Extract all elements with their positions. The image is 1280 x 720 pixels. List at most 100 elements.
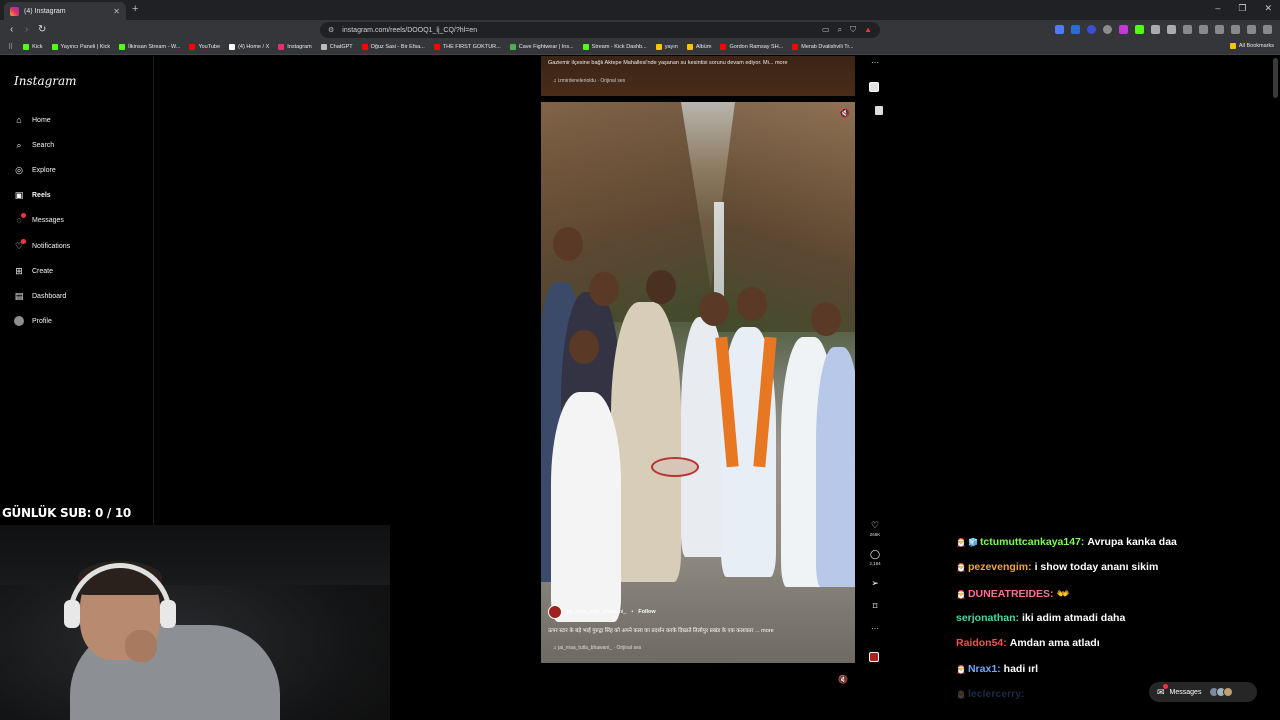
extension-icon[interactable]: [1119, 25, 1128, 34]
bookmark-item[interactable]: Albüm: [686, 44, 711, 50]
minimize-icon[interactable]: –: [1215, 3, 1220, 14]
sidebar-item-search[interactable]: ⌕ Search: [14, 140, 54, 150]
tab-close-icon[interactable]: ✕: [113, 7, 120, 16]
bookmark-icon: [433, 44, 440, 50]
sidebar-item-dashboard[interactable]: ▤ Dashboard: [14, 291, 67, 301]
back-icon[interactable]: ‹: [10, 24, 13, 35]
bookmark-icon: [655, 44, 662, 50]
sidebar-item-messages[interactable]: ◌ Messages: [14, 213, 64, 225]
bookmark-item[interactable]: İlkinsan Stream - W...: [119, 44, 180, 50]
next-reel-volume-icon[interactable]: 🔇: [838, 675, 848, 684]
media-icon[interactable]: [1183, 25, 1192, 34]
sidebar-item-create[interactable]: ⊞ Create: [14, 266, 53, 276]
sidebar-item-profile[interactable]: Profile: [14, 316, 52, 326]
bookmark-label: Oğuz Sasi - Bir Efsa...: [370, 44, 425, 50]
bookmark-item[interactable]: THE FIRST GOKTUR...: [433, 44, 501, 50]
messages-pill[interactable]: ✉ Messages: [1149, 682, 1257, 702]
bookmark-item[interactable]: Stream - Kick Dashb...: [582, 44, 647, 50]
comment-button[interactable]: ◯ 2,184: [866, 549, 884, 566]
chat-text: Avrupa kanka daa: [1087, 536, 1177, 548]
alert-icon[interactable]: ▲: [864, 25, 872, 35]
address-bar[interactable]: ⚙ instagram.com/reels/DOOQ1_lj_CQ/?hl=en…: [320, 22, 880, 38]
extension-icon[interactable]: [1087, 25, 1096, 34]
chat-username: Raidon54:: [956, 637, 1007, 650]
forward-icon[interactable]: ›: [25, 24, 28, 35]
tag-icon[interactable]: [875, 106, 883, 115]
cast-icon[interactable]: ▭: [822, 25, 830, 35]
page-scrollbar[interactable]: [1273, 58, 1278, 98]
chat-text: iki adim atmadi daha: [1022, 611, 1126, 624]
all-bookmarks[interactable]: All Bookmarks: [1229, 43, 1274, 49]
zoom-icon[interactable]: ⌕: [838, 25, 842, 35]
volume-muted-icon[interactable]: 🔇: [839, 108, 850, 119]
bookmark-label: Instagram: [287, 44, 312, 50]
vpn-icon[interactable]: [1247, 25, 1256, 34]
author-avatar[interactable]: [548, 605, 562, 619]
bookmark-item[interactable]: Kick: [23, 44, 43, 50]
bookmark-label: YouTube: [198, 44, 221, 50]
previous-reel-audio[interactable]: ♫ izmirdenelerioldu · Orijinal ses: [553, 78, 625, 84]
chat-message: 🎅 Nrax1: hadi ırl: [956, 663, 1038, 675]
share-button[interactable]: ➢: [866, 578, 884, 589]
save-button[interactable]: ⌑: [866, 601, 884, 612]
follow-button[interactable]: Follow: [638, 609, 655, 615]
reload-icon[interactable]: ↻: [38, 24, 46, 35]
bookmark-item[interactable]: Cave Fightwear | Ins...: [509, 44, 574, 50]
bookmark-item[interactable]: yayın: [655, 44, 678, 50]
sidebar-item-explore[interactable]: ◎ Explore: [14, 165, 56, 175]
sidebar-icon[interactable]: [1199, 25, 1208, 34]
bookmark-item[interactable]: Yayıncı Paneli | Kick: [51, 44, 110, 50]
shield-icon[interactable]: ⛉: [850, 25, 856, 35]
extension-icon[interactable]: [1151, 25, 1160, 34]
like-button[interactable]: ♡ 266K: [866, 520, 884, 537]
person-head: [699, 292, 729, 326]
new-tab-icon[interactable]: +: [132, 3, 138, 15]
sidebar-item-home[interactable]: ⌂ Home: [14, 115, 50, 125]
avatar: [1223, 687, 1234, 697]
extension-icon[interactable]: [1103, 25, 1112, 34]
audio-thumbnail[interactable]: [869, 82, 879, 92]
wallet-icon[interactable]: [1215, 25, 1224, 34]
bookmark-item[interactable]: Instagram: [278, 44, 312, 50]
instagram-logo[interactable]: Instagram: [14, 74, 77, 88]
extension-icon[interactable]: [1071, 25, 1080, 34]
tab-title: (4) Instagram: [24, 7, 66, 15]
bookmark-icon: [582, 44, 589, 50]
bookmark-item[interactable]: Merab Dvalishvili Tr...: [792, 44, 854, 50]
reel-video[interactable]: 🔇 jai_maa_tutla_bhawani_ • Follow ऊपर स्…: [541, 102, 855, 663]
chat-username: Nrax1:: [967, 662, 1001, 675]
messenger-icon: ◌: [14, 213, 26, 225]
reel-audio[interactable]: ♫ jai_maa_tutla_bhawani_ · Orijinal ses: [553, 645, 641, 651]
daily-sub-counter: GÜNLÜK SUB: 0 / 10: [2, 506, 131, 520]
menu-icon[interactable]: [1263, 25, 1272, 34]
streamer-hand: [125, 630, 157, 662]
previous-reel[interactable]: Gaziemir ilçesine bağlı Aktepe Mahallesi…: [541, 56, 855, 96]
bookmark-item[interactable]: YouTube: [189, 44, 220, 50]
chat-username: pezevengim:: [967, 561, 1032, 574]
more-options-icon[interactable]: ···: [866, 58, 884, 67]
browser-tab[interactable]: (4) Instagram ✕: [4, 2, 126, 20]
person-head: [553, 227, 583, 261]
apps-icon[interactable]: ⠿: [8, 43, 13, 51]
person-head: [646, 270, 676, 304]
reel-caption[interactable]: ऊपर स्टार के बड़े भाई गुरुद्वा सिंह को अ…: [548, 626, 848, 634]
restore-icon[interactable]: ❐: [1238, 3, 1246, 14]
bookmark-item[interactable]: Oğuz Sasi - Bir Efsa...: [361, 44, 425, 50]
leo-icon[interactable]: [1231, 25, 1240, 34]
sidebar-item-notifications[interactable]: ♡ Notifications: [14, 239, 70, 251]
author-username[interactable]: jai_maa_tutla_bhawani_: [567, 609, 626, 615]
more-options-icon[interactable]: ···: [866, 624, 884, 633]
bookmark-item[interactable]: ChatGPT: [320, 44, 353, 50]
extension-icon[interactable]: [1055, 25, 1064, 34]
close-window-icon[interactable]: ✕: [1264, 3, 1272, 14]
audio-thumbnail[interactable]: [869, 649, 879, 667]
chat-text: hadi ırl: [1003, 662, 1039, 675]
extension-icon[interactable]: [1167, 25, 1176, 34]
url-text[interactable]: instagram.com/reels/DOOQ1_lj_CQ/?hl=en: [342, 27, 814, 34]
site-info-icon[interactable]: ⚙: [328, 26, 334, 34]
extension-icon[interactable]: [1135, 25, 1144, 34]
bookmarks-bar: ⠿ Kick Yayıncı Paneli | Kick İlkinsan Stre…: [0, 40, 1280, 55]
bookmark-item[interactable]: (4) Home / X: [229, 44, 269, 50]
bookmark-item[interactable]: Gordon Ramsay SH...: [720, 44, 783, 50]
sidebar-item-reels[interactable]: ▣ Reels: [14, 190, 51, 200]
